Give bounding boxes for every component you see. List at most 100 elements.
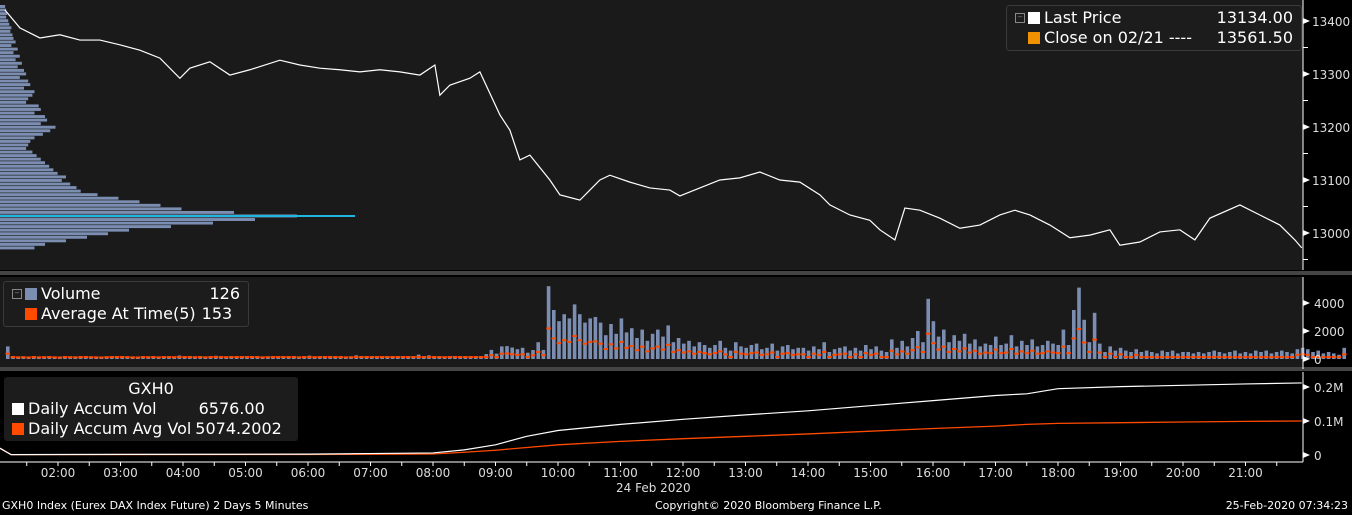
volume-bar (936, 336, 941, 359)
volume-bar (682, 343, 686, 359)
avg-at-time-mark (925, 332, 931, 335)
volume-bar (910, 338, 915, 359)
collapse-icon[interactable]: − (1015, 13, 1025, 23)
avg-at-time-mark (317, 356, 323, 359)
volume-bar (1025, 345, 1029, 359)
avg-at-time-mark (1128, 356, 1134, 359)
avg-at-time-mark (754, 351, 759, 354)
volume-bar (921, 342, 925, 359)
avg-at-time-mark (1055, 352, 1061, 355)
volume-bar (567, 318, 572, 359)
volume-profile-bar (0, 189, 81, 193)
avg-at-time-mark (582, 342, 588, 345)
volume-bar (1051, 343, 1055, 359)
avg-at-time-mark (837, 353, 843, 356)
avg-at-time-mark (1071, 337, 1077, 340)
avg-at-time-mark (977, 352, 983, 355)
volume-profile-bar (0, 93, 33, 97)
volume-profile-bar (0, 72, 27, 76)
avg-at-time-mark (130, 356, 135, 359)
avg-at-time-mark (681, 351, 687, 354)
tick-mark (1303, 384, 1310, 390)
collapse-icon[interactable]: − (12, 289, 22, 299)
x-tick-label: 12:00 (666, 466, 701, 480)
volume-bar (1004, 343, 1008, 359)
avg-at-time-mark (452, 356, 458, 359)
avg-at-time-mark (41, 356, 47, 359)
volume-bar (749, 345, 754, 359)
legend-label: Daily Accum Avg Vol (28, 419, 192, 438)
avg-at-time-mark (1227, 356, 1233, 359)
volume-profile-bar (0, 33, 13, 37)
x-tick-label: 05:00 (228, 466, 263, 480)
avg-at-time-mark (520, 353, 525, 356)
volume-bar (1098, 343, 1102, 359)
volume-bar (957, 340, 962, 359)
volume-bar (822, 342, 826, 359)
avg-at-time-mark (1040, 352, 1045, 355)
avg-at-time-mark (312, 356, 317, 359)
volume-bar (624, 332, 629, 359)
volume-bar (640, 329, 644, 359)
avg-at-time-mark (769, 351, 775, 354)
avg-at-time-mark (603, 348, 609, 351)
volume-bar (874, 346, 878, 359)
volume-bar (983, 343, 988, 359)
avg-at-time-mark (655, 345, 661, 348)
avg-at-time-mark (619, 340, 624, 343)
volume-profile-bar (0, 76, 20, 79)
avg-at-time-mark (535, 350, 541, 353)
volume-profile-bar (0, 168, 54, 172)
avg-at-time-mark (379, 356, 385, 359)
legend-label: Last Price (1044, 8, 1122, 27)
avg-at-time-mark (1097, 351, 1103, 354)
avg-at-time-mark (541, 354, 546, 357)
volume-bar (572, 304, 577, 359)
avg-at-time-mark (702, 352, 707, 355)
avg-at-time-mark (972, 349, 978, 352)
x-tick-label: 18:00 (1041, 466, 1076, 480)
avg-at-time-mark (1274, 356, 1279, 359)
avg-at-time-mark (733, 350, 739, 353)
avg-at-time-mark (712, 352, 718, 355)
avg-at-time-mark (863, 352, 869, 355)
volume-profile-bar (0, 26, 12, 30)
avg-at-time-mark (1113, 356, 1118, 359)
volume-bar (734, 342, 738, 359)
volume-bar (546, 286, 551, 359)
volume-bar (666, 325, 670, 359)
avg-at-time-mark (119, 356, 125, 359)
volume-profile-bar (0, 193, 98, 197)
avg-at-time-mark (567, 340, 572, 343)
avg-at-time-mark (811, 352, 817, 355)
avg-at-time-mark (447, 356, 453, 359)
y-tick-label: 4000 (1314, 297, 1345, 311)
volume-bar (1014, 346, 1019, 359)
avg-at-time-mark (468, 356, 473, 359)
volume-profile-bar (0, 203, 161, 207)
avg-at-time-mark (738, 352, 744, 355)
avg-at-time-mark (166, 356, 172, 359)
volume-legend: − Volume 126 Average At Time(5) 153 (3, 281, 249, 327)
avg-at-time-mark (910, 349, 915, 352)
avg-at-time-mark (1019, 350, 1025, 353)
avg-at-time-mark (1269, 356, 1274, 359)
avg-at-time-mark (998, 352, 1004, 355)
legend-value: 13561.50 (1216, 28, 1293, 47)
avg-at-time-mark (1107, 352, 1113, 355)
avg-at-time-mark (249, 356, 255, 359)
volume-profile-bar (0, 161, 45, 165)
volume-profile-bar (0, 68, 24, 72)
avg-at-time-mark (1024, 352, 1030, 355)
avg-at-time-mark (816, 353, 822, 356)
avg-at-time-mark (405, 356, 411, 359)
avg-at-time-mark (1009, 348, 1014, 351)
avg-at-time-mark (125, 356, 130, 359)
avg-at-time-mark (853, 353, 858, 356)
volume-bar (702, 345, 707, 359)
avg-at-time-mark (421, 356, 427, 359)
avg-at-time-mark (749, 352, 754, 355)
volume-profile-bar (0, 186, 77, 190)
avg-at-time-mark (551, 337, 557, 340)
volume-profile-bar (0, 118, 48, 122)
